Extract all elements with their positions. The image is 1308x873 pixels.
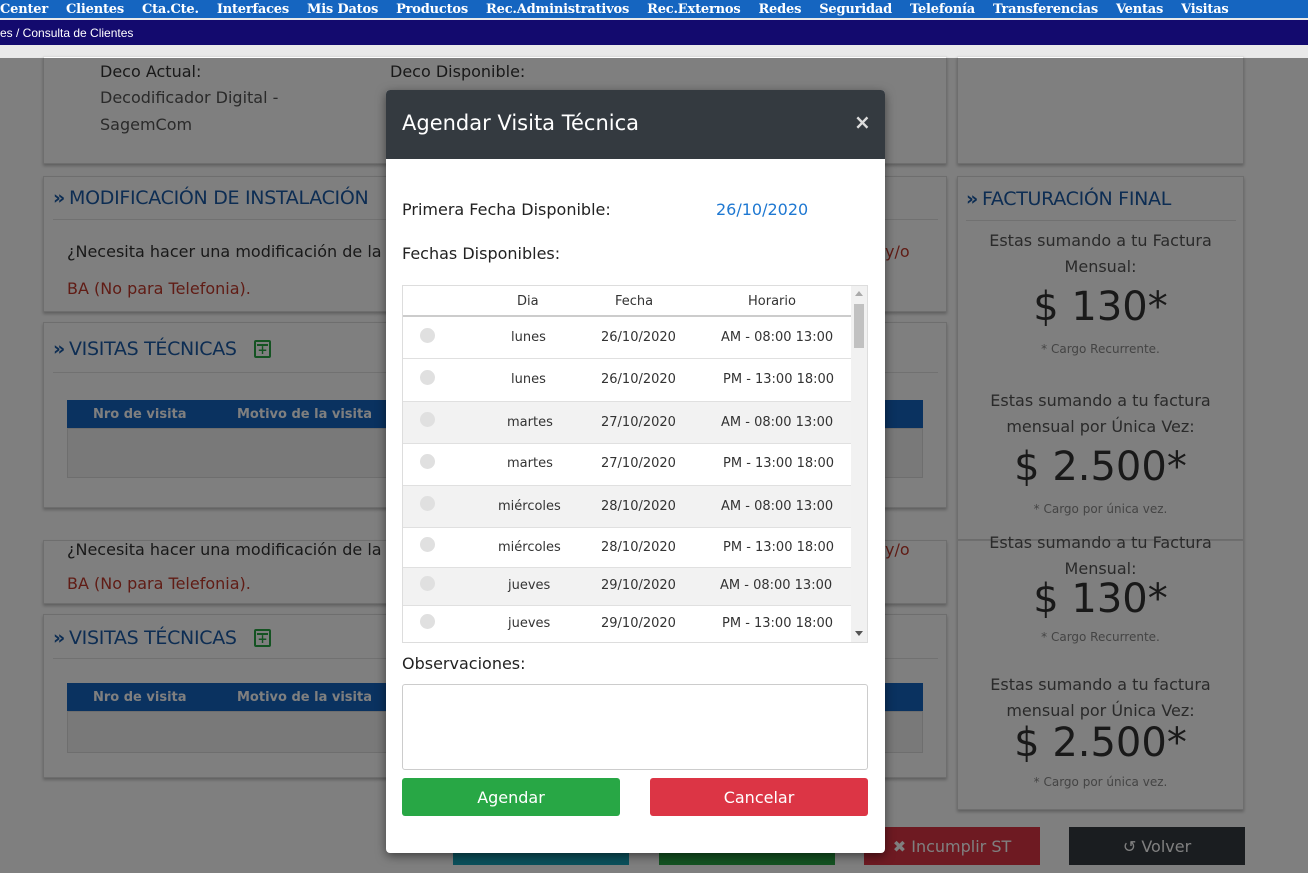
row-fecha: 26/10/2020	[601, 330, 676, 345]
row-horario: PM - 13:00 18:00	[723, 540, 835, 555]
row-fecha: 28/10/2020	[601, 540, 676, 555]
fechas-table: Dia Fecha Horario lunes 26/10/2020 AM - …	[402, 285, 868, 643]
nav-item-telefonia[interactable]: Telefonía	[910, 2, 975, 17]
nav-item-transferencias[interactable]: Transferencias	[993, 2, 1098, 17]
row-dia: martes	[507, 415, 553, 430]
agendar-button[interactable]: Agendar	[402, 778, 620, 816]
row-horario: PM - 13:00 18:00	[723, 372, 835, 387]
row-fecha: 27/10/2020	[601, 456, 676, 471]
row-fecha: 29/10/2020	[601, 578, 676, 593]
fecha-radio[interactable]	[420, 537, 435, 552]
row-horario: PM - 13:00 18:00	[723, 456, 835, 471]
modal-header: Agendar Visita Técnica ×	[386, 90, 885, 159]
agendar-visita-modal: Agendar Visita Técnica × Primera Fecha D…	[386, 90, 885, 853]
row-fecha: 28/10/2020	[601, 499, 676, 514]
nav-item-interfaces[interactable]: Interfaces	[217, 2, 289, 17]
breadcrumb-text: es / Consulta de Clientes	[0, 25, 134, 40]
fecha-row[interactable]: miércoles 28/10/2020 PM - 13:00 18:00	[403, 528, 851, 568]
close-icon[interactable]: ×	[854, 110, 871, 134]
observaciones-label: Observaciones:	[402, 654, 526, 673]
fecha-row[interactable]: lunes 26/10/2020 AM - 08:00 13:00	[403, 317, 851, 359]
fecha-radio[interactable]	[420, 496, 435, 511]
fechas-table-header: Dia Fecha Horario	[403, 286, 851, 317]
nav-item-rec-externos[interactable]: Rec.Externos	[647, 2, 741, 17]
row-fecha: 27/10/2020	[601, 415, 676, 430]
fecha-radio[interactable]	[420, 614, 435, 629]
nav-item-productos[interactable]: Productos	[396, 2, 468, 17]
fecha-radio[interactable]	[420, 576, 435, 591]
fecha-radio[interactable]	[420, 328, 435, 343]
col-horario: Horario	[748, 294, 796, 309]
fecha-radio[interactable]	[420, 370, 435, 385]
row-horario: AM - 08:00 13:00	[721, 330, 834, 345]
nav-item-visitas[interactable]: Visitas	[1181, 2, 1229, 17]
row-horario: PM - 13:00 18:00	[722, 616, 834, 631]
row-fecha: 26/10/2020	[601, 372, 676, 387]
breadcrumb: es / Consulta de Clientes	[0, 20, 1308, 45]
fecha-row[interactable]: jueves 29/10/2020 PM - 13:00 18:00	[403, 606, 851, 642]
nav-item-cta-cte[interactable]: Cta.Cte.	[142, 2, 199, 17]
fecha-radio[interactable]	[420, 412, 435, 427]
fecha-row[interactable]: lunes 26/10/2020 PM - 13:00 18:00	[403, 359, 851, 402]
nav-item-mis-datos[interactable]: Mis Datos	[307, 2, 378, 17]
row-dia: jueves	[508, 578, 551, 593]
cancelar-button[interactable]: Cancelar	[650, 778, 868, 816]
row-dia: jueves	[508, 616, 551, 631]
observaciones-textarea[interactable]	[402, 684, 868, 770]
row-dia: lunes	[511, 372, 546, 387]
top-nav: Center Clientes Cta.Cte. Interfaces Mis …	[0, 0, 1308, 18]
row-horario: AM - 08:00 13:00	[721, 499, 834, 514]
fecha-row[interactable]: martes 27/10/2020 AM - 08:00 13:00	[403, 402, 851, 444]
nav-item-redes[interactable]: Redes	[758, 2, 801, 17]
nav-item-rec-administrativos[interactable]: Rec.Administrativos	[486, 2, 629, 17]
row-dia: miércoles	[498, 540, 561, 555]
fecha-row[interactable]: jueves 29/10/2020 AM - 08:00 13:00	[403, 568, 851, 606]
scroll-thumb[interactable]	[854, 304, 864, 348]
primera-fecha-label: Primera Fecha Disponible:	[402, 200, 611, 219]
col-dia: Dia	[517, 294, 539, 309]
row-dia: miércoles	[498, 499, 561, 514]
fecha-row[interactable]: martes 27/10/2020 PM - 13:00 18:00	[403, 444, 851, 486]
row-horario: AM - 08:00 13:00	[720, 578, 833, 593]
row-horario: AM - 08:00 13:00	[721, 415, 834, 430]
primera-fecha-value: 26/10/2020	[716, 200, 809, 219]
scroll-up-icon[interactable]	[855, 291, 863, 296]
row-fecha: 29/10/2020	[601, 616, 676, 631]
fecha-radio[interactable]	[420, 454, 435, 469]
col-fecha: Fecha	[615, 294, 654, 309]
fechas-scrollbar[interactable]	[851, 286, 867, 642]
row-dia: lunes	[511, 330, 546, 345]
row-dia: martes	[507, 456, 553, 471]
nav-item-clientes[interactable]: Clientes	[66, 2, 124, 17]
fecha-row[interactable]: miércoles 28/10/2020 AM - 08:00 13:00	[403, 486, 851, 528]
fechas-disponibles-label: Fechas Disponibles:	[402, 244, 561, 263]
nav-item-ventas[interactable]: Ventas	[1116, 2, 1163, 17]
nav-item-seguridad[interactable]: Seguridad	[819, 2, 892, 17]
scroll-down-icon[interactable]	[855, 631, 863, 636]
nav-item-center[interactable]: Center	[0, 2, 48, 17]
modal-title: Agendar Visita Técnica	[402, 111, 640, 135]
